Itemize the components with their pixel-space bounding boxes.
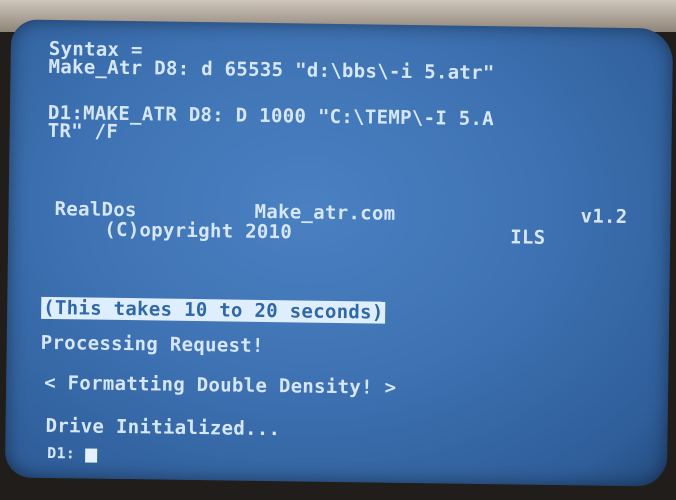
- processing-status: Processing Request!: [40, 331, 264, 357]
- drive-initialized-status: Drive Initialized...: [45, 414, 281, 441]
- monitor-bezel: Syntax = Make_Atr D8: d 65535 "d:\bbs\-i…: [0, 0, 676, 500]
- syntax-example: Make_Atr D8: d 65535 "d:\bbs\-i 5.atr": [48, 55, 495, 85]
- banner-product: RealDos: [54, 198, 137, 222]
- crt-screen: Syntax = Make_Atr D8: d 65535 "d:\bbs\-i…: [4, 19, 674, 487]
- command-line-2: TR" /F: [47, 119, 119, 143]
- command-prompt: D1:: [47, 443, 76, 463]
- copyright-author: ILS: [510, 226, 546, 249]
- formatting-status: < Formatting Double Density! >: [44, 371, 397, 399]
- text-cursor[interactable]: [85, 448, 98, 463]
- copyright-text: (C)opyright 2010: [104, 218, 293, 244]
- timing-notice: (This takes 10 to 20 seconds): [41, 296, 386, 324]
- banner-version: v1.2: [580, 205, 628, 229]
